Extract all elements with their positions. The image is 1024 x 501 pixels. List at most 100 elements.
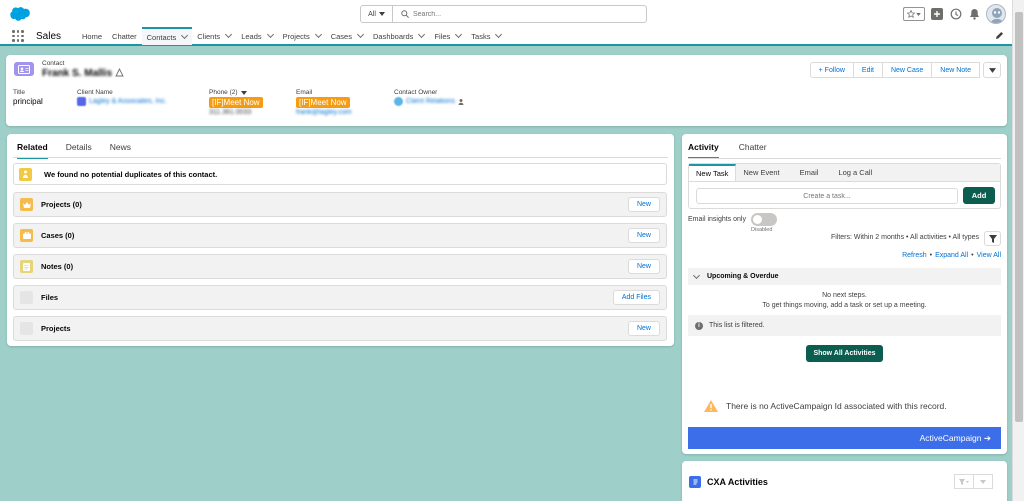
caret-down-icon[interactable] <box>240 90 247 95</box>
new-note-button[interactable]: New Note <box>931 62 980 78</box>
related-list-title[interactable]: Projects <box>41 324 628 333</box>
activecampaign-button[interactable]: ActiveCampaign ➔ <box>688 427 1001 449</box>
field-value: principal <box>13 97 43 106</box>
related-list-title[interactable]: Notes (0) <box>41 262 628 271</box>
search-input[interactable] <box>409 6 646 22</box>
nav-item-label: Clients <box>197 31 221 41</box>
nav-item-cases[interactable]: Cases <box>326 27 368 45</box>
nav-item-contacts[interactable]: Contacts <box>141 27 193 45</box>
salesforce-logo-icon[interactable] <box>9 6 31 21</box>
chevron-down-icon <box>692 271 701 279</box>
app-name: Sales <box>36 30 62 42</box>
field-label: Client Name <box>77 89 113 96</box>
related-list-title[interactable]: Projects (0) <box>41 200 628 209</box>
nav-item-tasks[interactable]: Tasks <box>466 27 506 45</box>
more-actions-button[interactable] <box>983 62 1001 78</box>
tab-activity[interactable]: Activity <box>688 142 719 159</box>
cxa-menu-button[interactable] <box>973 474 993 489</box>
related-tabset-card: Related Details News We found no potenti… <box>7 134 674 346</box>
create-task-input[interactable] <box>696 188 958 204</box>
page-scrollbar[interactable] <box>1012 0 1024 501</box>
global-actions-plus-icon[interactable] <box>931 8 943 20</box>
no-next-steps-text: No next steps. <box>822 292 867 299</box>
new-note-list-button[interactable]: New <box>627 259 660 274</box>
edit-button[interactable]: Edit <box>852 62 883 78</box>
chevron-down-icon[interactable] <box>418 30 426 39</box>
email-meet-now-button[interactable]: [IF]Meet Now <box>296 97 350 108</box>
add-task-button[interactable]: Add <box>963 187 995 204</box>
chevron-down-icon[interactable] <box>356 30 365 39</box>
app-launcher-icon[interactable] <box>12 30 24 42</box>
nav-item-projects[interactable]: Projects <box>278 27 326 45</box>
nav-item-clients[interactable]: Clients <box>192 27 236 45</box>
email-value-link[interactable]: frank@lagley.com <box>296 109 352 116</box>
setup-assistant-icon[interactable] <box>949 8 963 20</box>
chevron-down-icon[interactable] <box>455 30 463 39</box>
related-list-cases: Cases (0) New <box>13 223 667 248</box>
follow-button[interactable]: + Follow <box>809 62 854 78</box>
notifications-bell-icon[interactable] <box>969 8 980 20</box>
chevron-down-icon[interactable] <box>495 30 503 39</box>
chevron-down-icon[interactable] <box>181 31 189 40</box>
search-scope-label: All <box>368 10 376 18</box>
record-type-label: Contact <box>42 60 65 67</box>
expand-all-link[interactable]: Expand All <box>935 252 968 259</box>
related-list-title[interactable]: Files <box>41 293 613 302</box>
publisher-tab-log-a-call[interactable]: Log a Call <box>831 164 879 181</box>
new-project-2-button[interactable]: New <box>627 321 660 336</box>
toggle-state-label: Disabled <box>751 227 773 233</box>
filtered-notice: i This list is filtered. <box>688 315 1001 336</box>
nav-item-dashboards[interactable]: Dashboards <box>368 27 429 45</box>
change-owner-icon[interactable] <box>458 98 465 105</box>
contact-icon <box>14 62 34 76</box>
chevron-down-icon[interactable] <box>225 30 233 39</box>
user-avatar[interactable] <box>986 4 1006 24</box>
publisher-tab-new-event[interactable]: New Event <box>736 164 786 181</box>
chevron-down-icon[interactable] <box>314 30 322 39</box>
phone-meet-now-button[interactable]: [IF]Meet Now <box>209 97 263 108</box>
phone-value[interactable]: 311.361.0033 <box>209 109 263 116</box>
app-navigation-bar: Sales Home Chatter Contacts Clients Lead… <box>0 27 1012 46</box>
contact-owner-link[interactable]: Client Relations <box>406 98 455 105</box>
nav-item-label: Home <box>82 31 103 41</box>
nav-item-home[interactable]: Home <box>77 27 107 45</box>
client-name-link[interactable]: Lagley & Associates, Inc. <box>89 98 167 105</box>
hierarchy-icon[interactable] <box>115 68 124 77</box>
upcoming-overdue-section[interactable]: Upcoming & Overdue <box>688 268 1001 285</box>
warning-icon <box>704 400 718 412</box>
activity-filters-text: Filters: Within 2 months • All activitie… <box>830 234 979 241</box>
related-list-title[interactable]: Cases (0) <box>41 231 628 240</box>
filter-icon <box>959 478 969 485</box>
record-highlights-panel: Contact Frank S. Mallis + Follow Edit Ne… <box>6 55 1007 126</box>
global-search[interactable]: All <box>360 5 647 23</box>
record-action-buttons: + Follow Edit New Case New Note <box>809 62 1001 78</box>
nav-item-label: Projects <box>282 31 310 41</box>
duplicate-check-icon <box>19 167 32 181</box>
show-all-activities-button[interactable]: Show All Activities <box>806 345 883 362</box>
cxa-filter-button[interactable] <box>954 474 974 489</box>
new-case-list-button[interactable]: New <box>627 228 660 243</box>
scrollbar-thumb[interactable] <box>1015 12 1023 422</box>
new-project-button[interactable]: New <box>627 197 660 212</box>
favorites-button[interactable] <box>903 7 925 21</box>
search-scope-select[interactable]: All <box>361 6 393 22</box>
add-files-button[interactable]: Add Files <box>612 290 660 305</box>
new-case-button[interactable]: New Case <box>881 62 933 78</box>
nav-item-leads[interactable]: Leads <box>236 27 277 45</box>
nav-item-files[interactable]: Files <box>429 27 466 45</box>
nav-item-chatter[interactable]: Chatter <box>107 27 142 45</box>
email-insights-toggle[interactable] <box>751 213 777 226</box>
field-client-name: Client Name Lagley & Associates, Inc. <box>77 89 167 106</box>
filter-button[interactable] <box>984 231 1001 246</box>
crown-icon <box>20 198 33 211</box>
view-all-link[interactable]: View All <box>977 252 1001 259</box>
activity-publisher: New Task New Event Email Log a Call Add <box>688 163 1001 209</box>
publisher-tab-email[interactable]: Email <box>787 164 832 181</box>
chevron-down-icon[interactable] <box>266 30 274 39</box>
refresh-link[interactable]: Refresh <box>902 252 927 259</box>
publisher-tab-new-task[interactable]: New Task <box>689 164 737 181</box>
tab-chatter[interactable]: Chatter <box>739 142 767 159</box>
briefcase-icon <box>20 229 33 242</box>
nav-item-label: Chatter <box>112 31 137 41</box>
edit-nav-pencil-icon[interactable] <box>995 31 1004 40</box>
